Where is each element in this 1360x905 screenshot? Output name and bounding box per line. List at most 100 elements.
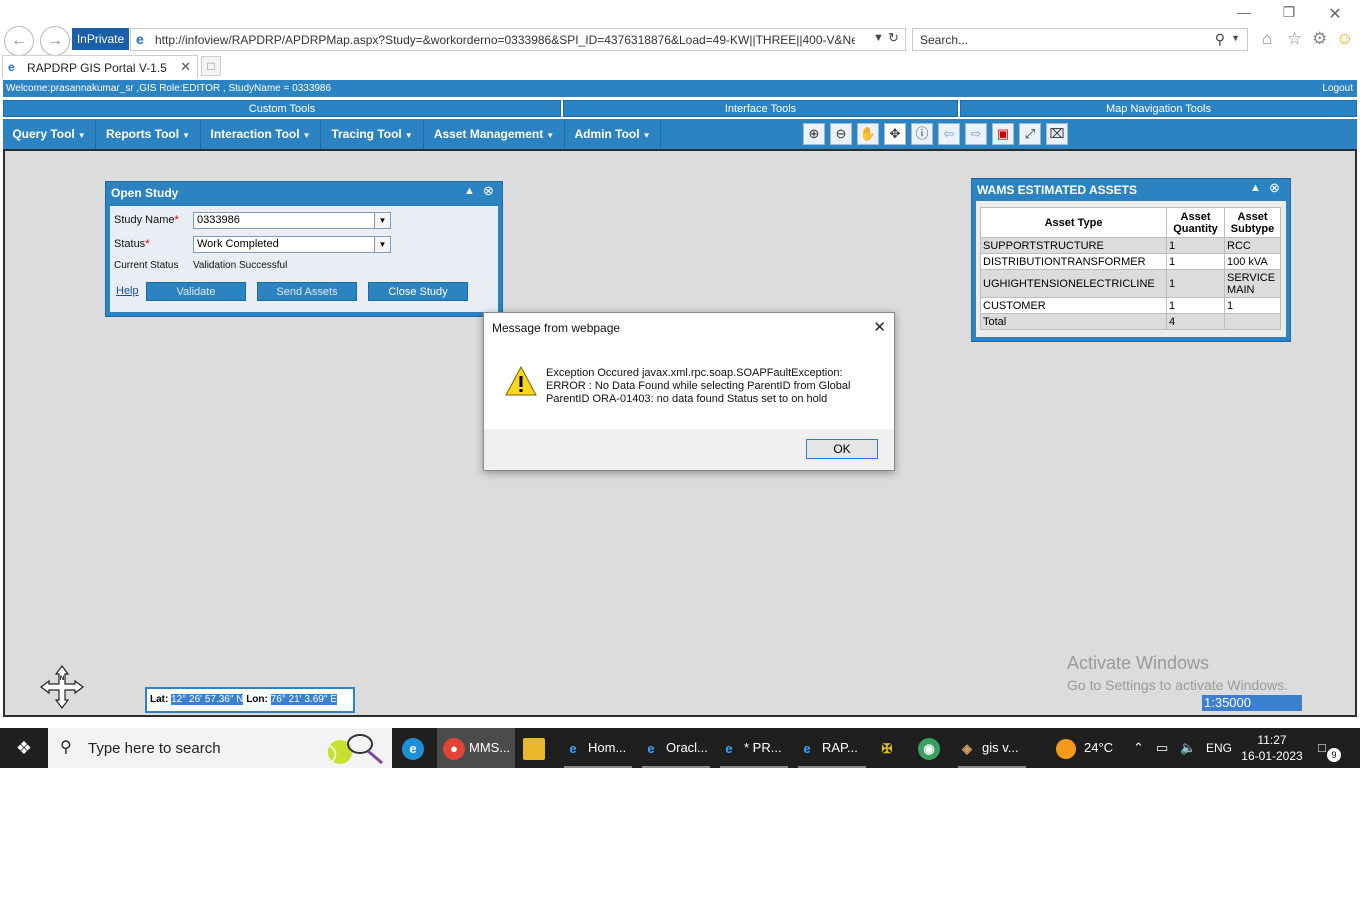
fit-window-icon[interactable]: ⤢ (1019, 123, 1041, 145)
address-bar[interactable]: e http://infoview/RAPDRP/APDRPMap.aspx?S… (130, 28, 906, 51)
previous-extent-icon[interactable]: ⇦ (938, 123, 960, 145)
running-indicator (642, 766, 710, 768)
dialog-close-icon[interactable]: ✕ (873, 318, 886, 336)
start-windows-icon[interactable]: ❖ (0, 728, 48, 768)
open-study-body: Study Name* 0333986 ▼ Status* Work Compl… (110, 206, 498, 312)
validate-button[interactable]: Validate (146, 282, 246, 301)
input-language[interactable]: ENG (1206, 728, 1232, 768)
status-select[interactable]: Work Completed ▼ (193, 236, 391, 253)
cell-subtype: 1 (1224, 297, 1281, 314)
close-panel-icon[interactable]: ⊗ (1269, 180, 1280, 196)
taskbar-pinned-tool[interactable]: ✠ (876, 728, 906, 768)
menu-asset-management[interactable]: Asset Management ▼ (424, 119, 565, 149)
taskbar-ie-home[interactable]: e Hom... (562, 728, 634, 768)
app-label: Hom... (588, 740, 627, 755)
label-text: Status (114, 238, 146, 250)
cell-quantity: 1 (1166, 297, 1225, 314)
arrow-right-icon: → (47, 32, 63, 49)
cell-asset-type: UGHIGHTENSIONELECTRICLINE (980, 269, 1167, 298)
running-indicator (798, 766, 866, 768)
minimize-icon[interactable]: — (1224, 4, 1264, 20)
pan-arrows-icon[interactable]: N (39, 664, 85, 710)
system-clock[interactable]: 11:27 16-01-2023 (1238, 732, 1306, 764)
home-icon[interactable]: ⌂ (1262, 29, 1272, 49)
full-extent-icon[interactable]: ✥ (884, 123, 906, 145)
collapse-icon[interactable]: ▲ (1250, 182, 1261, 194)
edge-icon: e (402, 737, 424, 760)
menu-admin-tool[interactable]: Admin Tool ▼ (565, 119, 661, 149)
zoom-out-icon[interactable]: ⊖ (830, 123, 852, 145)
tab-favicon-icon: e (8, 60, 15, 74)
forward-button[interactable]: → (40, 26, 70, 56)
caret-down-icon: ▼ (182, 131, 191, 140)
back-button[interactable]: ← (4, 26, 34, 56)
lon-value[interactable]: 76° 21' 3.69" E (270, 694, 337, 705)
tray-chevron-up-icon[interactable]: ⌃ (1133, 728, 1144, 768)
menu-label: Query Tool (12, 127, 75, 141)
dialog-title: Message from webpage (492, 321, 621, 335)
menu-tracing-tool[interactable]: Tracing Tool ▼ (321, 119, 424, 149)
favorites-star-icon[interactable]: ☆ (1287, 29, 1302, 49)
settings-gear-icon[interactable]: ⚙ (1312, 29, 1327, 49)
identify-info-icon[interactable]: ⓘ (911, 123, 933, 145)
taskbar-ie-rap[interactable]: e RAP... (796, 728, 868, 768)
taskbar-globe[interactable]: ◉ (918, 728, 948, 768)
browser-search-box[interactable]: Search... ⚲ ▼ (912, 28, 1248, 51)
zoom-in-icon[interactable]: ⊕ (803, 123, 825, 145)
menu-reports-tool[interactable]: Reports Tool ▼ (96, 119, 201, 149)
close-study-button[interactable]: Close Study (368, 282, 468, 301)
volume-muted-icon[interactable]: 🔈 (1180, 728, 1196, 768)
select-value: Work Completed (197, 238, 279, 250)
taskbar-search-box[interactable]: ⚲ Type here to search (48, 728, 392, 768)
close-panel-icon[interactable]: ⊗ (483, 183, 494, 199)
taskbar-gis-viewer[interactable]: ◈ gis v... (956, 728, 1028, 768)
coordinate-readout: Lat: 12° 26' 57.36" N Lon: 76° 21' 3.69"… (145, 687, 355, 713)
menu-interaction-tool[interactable]: Interaction Tool ▼ (201, 119, 321, 149)
cell-asset-type: DISTRIBUTIONTRANSFORMER (980, 253, 1167, 270)
collapse-icon[interactable]: ▲ (464, 185, 475, 197)
assets-table: Asset Type Asset Quantity Asset Subtype … (980, 207, 1281, 330)
sun-weather-icon (1056, 738, 1076, 759)
refresh-icon[interactable]: ↻ (888, 30, 899, 46)
taskbar-ie-oracle[interactable]: e Oracl... (640, 728, 712, 768)
network-icon[interactable]: ▭ (1156, 728, 1168, 768)
next-extent-icon[interactable]: ⇨ (965, 123, 987, 145)
restore-icon[interactable]: ❐ (1269, 4, 1309, 21)
search-icon: ⚲ (60, 739, 72, 756)
new-tab-button[interactable]: □ (201, 56, 221, 76)
col-asset-subtype: Asset Subtype (1224, 207, 1281, 238)
weather-temp: 24°C (1084, 740, 1114, 755)
inprivate-badge: InPrivate (72, 28, 129, 50)
tab-close-icon[interactable]: ✕ (180, 59, 191, 75)
notifications-icon[interactable]: □ 9 (1318, 728, 1341, 768)
send-assets-button[interactable]: Send Assets (257, 282, 357, 301)
taskbar-explorer[interactable] (523, 728, 551, 768)
taskbar-edge[interactable]: e (402, 728, 432, 768)
ok-button[interactable]: OK (806, 439, 878, 459)
url-text[interactable]: http://infoview/RAPDRP/APDRPMap.aspx?Stu… (155, 33, 855, 47)
ie-page-icon: e (136, 31, 144, 47)
chevron-down-icon[interactable]: ▼ (374, 213, 390, 228)
help-link[interactable]: Help (116, 285, 139, 297)
table-row: SUPPORTSTRUCTURE 1 RCC (980, 237, 1281, 254)
svg-text:N: N (60, 676, 64, 682)
pan-hand-icon[interactable]: ✋ (857, 123, 879, 145)
chevron-down-icon[interactable]: ▼ (374, 237, 390, 252)
logout-link[interactable]: Logout (1322, 80, 1353, 97)
taskbar-chrome-mms[interactable]: ● MMS... (437, 728, 515, 768)
wams-body: Asset Type Asset Quantity Asset Subtype … (976, 201, 1286, 337)
close-window-icon[interactable]: ✕ (1315, 4, 1355, 24)
search-dropdown-icon[interactable]: ▼ (1231, 33, 1240, 43)
search-icon[interactable]: ⚲ (1215, 31, 1225, 48)
weather-widget[interactable]: 24°C (1056, 728, 1113, 768)
menu-query-tool[interactable]: Query Tool ▼ (3, 119, 96, 149)
browser-tab[interactable]: e RAPDRP GIS Portal V-1.5 ✕ (2, 55, 198, 78)
select-features-icon[interactable]: ▣ (992, 123, 1014, 145)
cell-subtype: RCC (1224, 237, 1281, 254)
dropdown-icon[interactable]: ▼ (873, 32, 884, 44)
lat-value[interactable]: 12° 26' 57.36" N (171, 694, 244, 705)
taskbar-ie-pr[interactable]: e * PR... (718, 728, 790, 768)
feedback-smiley-icon[interactable]: ☺ (1336, 29, 1353, 49)
study-name-select[interactable]: 0333986 ▼ (193, 212, 391, 229)
clear-selection-icon[interactable]: ⌧ (1046, 123, 1068, 145)
